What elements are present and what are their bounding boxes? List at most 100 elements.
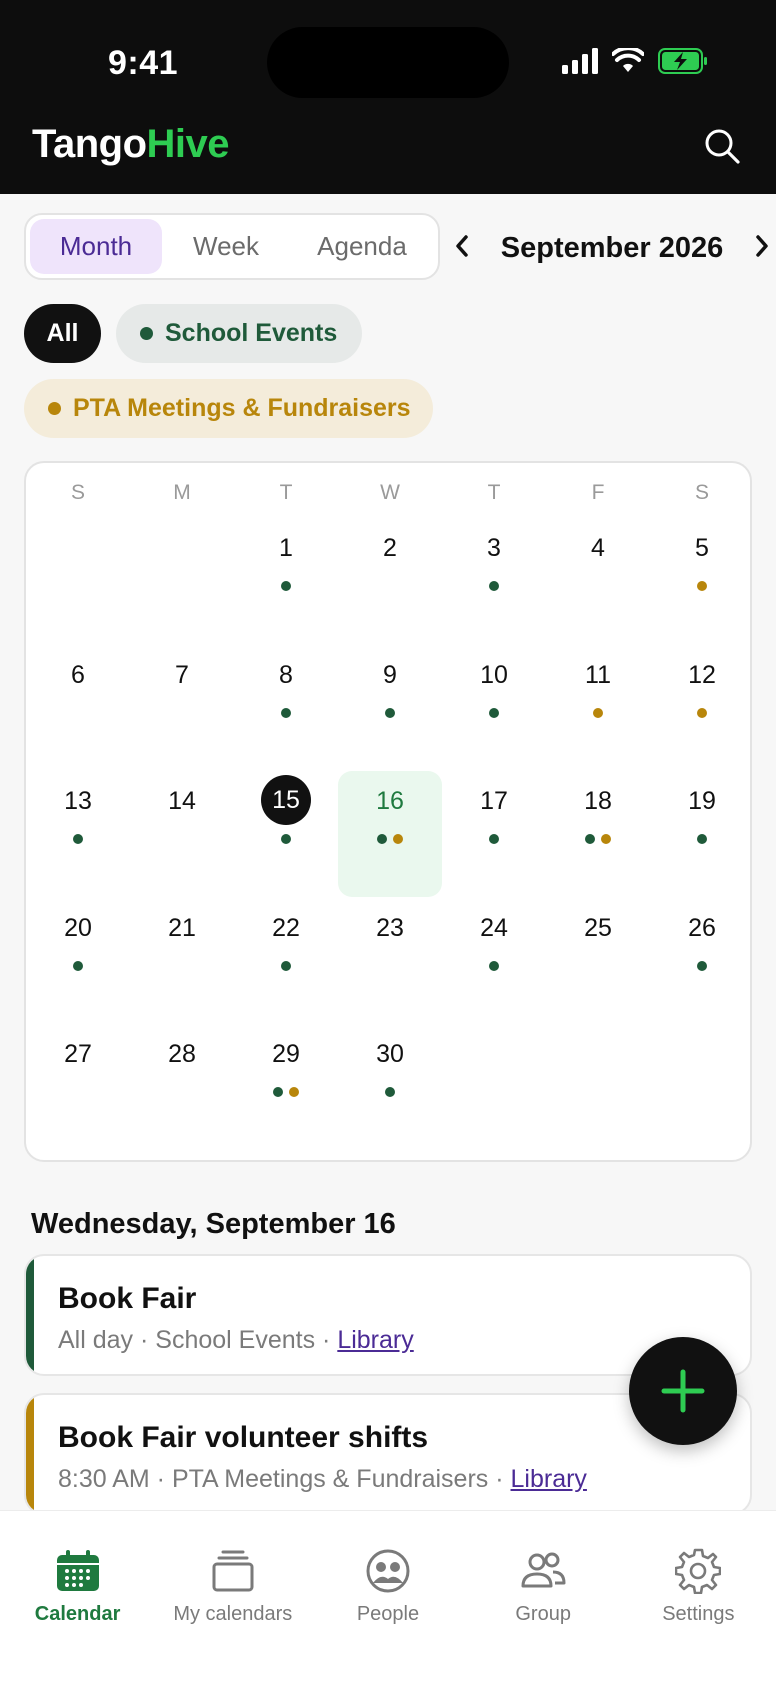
day-cell[interactable]: 8 [234, 652, 338, 779]
wifi-icon [611, 45, 645, 79]
event-title: Book Fair [58, 1282, 197, 1315]
weekday-label: T [279, 481, 293, 504]
day-cell[interactable]: 7 [130, 652, 234, 779]
tab-group[interactable]: Group [466, 1511, 621, 1688]
day-number: 9 [383, 660, 397, 689]
day-cell[interactable]: 12 [650, 652, 754, 779]
day-cell[interactable]: 13 [26, 778, 130, 905]
day-cell[interactable]: 16 [338, 771, 442, 905]
tab-settings[interactable]: Settings [621, 1511, 776, 1688]
event-location-link[interactable]: Library [337, 1326, 413, 1354]
meta-separator: · [488, 1465, 511, 1493]
event-calendar: School Events [155, 1326, 316, 1354]
add-event-button[interactable] [629, 1337, 737, 1445]
day-cell[interactable]: 26 [650, 905, 754, 1032]
filter-pta-chip[interactable]: PTA Meetings & Fundraisers [24, 379, 433, 438]
day-number: 8 [279, 660, 293, 689]
event-dots [546, 834, 650, 844]
school-event-dot [273, 1087, 283, 1097]
view-month-button[interactable]: Month [30, 219, 162, 274]
day-cell[interactable]: 11 [546, 652, 650, 779]
day-cell[interactable]: 20 [26, 905, 130, 1032]
next-month-button[interactable] [748, 231, 776, 265]
school-event-dot [73, 834, 83, 844]
school-event-dot [281, 960, 291, 971]
day-number: 15 [261, 775, 311, 825]
school-event-dot [489, 581, 499, 591]
event-dots [650, 707, 754, 718]
day-cell[interactable]: 19 [650, 778, 754, 905]
day-number: 17 [480, 787, 508, 815]
day-cell[interactable]: 1 [234, 525, 338, 652]
tab-my-calendars[interactable]: My calendars [155, 1511, 310, 1688]
day-cell[interactable]: 5 [650, 525, 754, 652]
day-number: 30 [376, 1040, 404, 1068]
event-dots [442, 834, 546, 844]
event-dots [26, 834, 130, 844]
day-cell[interactable]: 28 [130, 1031, 234, 1158]
tab-label: My calendars [173, 1603, 293, 1625]
school-event-dot [697, 834, 707, 844]
day-cell[interactable]: 17 [442, 778, 546, 905]
gear-icon [674, 1547, 722, 1595]
day-cell[interactable]: 29 [234, 1031, 338, 1158]
day-cell[interactable]: 10 [442, 652, 546, 779]
filter-all-chip[interactable]: All [24, 304, 101, 363]
chevron-right-icon [756, 235, 768, 257]
event-dots [546, 707, 650, 718]
day-cell[interactable]: 14 [130, 778, 234, 905]
event-dots [650, 581, 754, 591]
tab-calendar[interactable]: Calendar [0, 1511, 155, 1688]
day-cell[interactable]: 22 [234, 905, 338, 1032]
day-number: 3 [487, 534, 501, 562]
event-dots [442, 707, 546, 718]
event-dots [234, 581, 338, 591]
day-cell[interactable]: 30 [338, 1031, 442, 1158]
school-event-dot [281, 581, 291, 591]
meta-separator: · [133, 1326, 156, 1354]
view-switcher: Month Week Agenda [24, 213, 440, 280]
day-number: 23 [376, 913, 404, 942]
event-dots [650, 834, 754, 844]
day-number: 21 [168, 913, 196, 942]
day-cell[interactable]: 25 [546, 905, 650, 1032]
day-cell[interactable]: 15 [234, 775, 338, 905]
view-agenda-button[interactable]: Agenda [290, 219, 434, 274]
day-cell[interactable]: 23 [338, 905, 442, 1032]
prev-month-button[interactable] [448, 231, 476, 265]
event-title: Book Fair volunteer shifts [58, 1421, 429, 1454]
day-cell[interactable]: 6 [26, 652, 130, 779]
day-cell[interactable]: 18 [546, 778, 650, 905]
event-location-link[interactable]: Library [511, 1465, 587, 1493]
day-number: 5 [695, 534, 709, 562]
month-navigation: September 2026 [448, 226, 776, 270]
day-cell[interactable]: 2 [338, 525, 442, 652]
day-number: 14 [168, 787, 196, 815]
school-event-dot [377, 834, 387, 844]
day-cell[interactable]: 21 [130, 905, 234, 1032]
day-number: 19 [688, 787, 716, 815]
view-week-button[interactable]: Week [166, 219, 286, 274]
tab-people[interactable]: People [310, 1511, 465, 1688]
search-button[interactable] [700, 124, 744, 168]
pta-event-dot [697, 581, 707, 591]
tab-label: Group [515, 1603, 571, 1625]
day-number: 18 [584, 787, 612, 815]
status-icons [562, 45, 708, 79]
day-cell[interactable]: 4 [546, 525, 650, 652]
selected-date-heading: Wednesday, September 16 [31, 1208, 396, 1240]
event-dots [234, 960, 338, 971]
event-dots [234, 707, 338, 718]
day-cell[interactable]: 24 [442, 905, 546, 1032]
school-event-dot [697, 960, 707, 971]
filter-pta-label: PTA Meetings & Fundraisers [73, 394, 411, 422]
filter-school-events-chip[interactable]: School Events [116, 304, 362, 363]
day-number: 13 [64, 787, 92, 815]
day-cell[interactable]: 3 [442, 525, 546, 652]
pta-event-dot [593, 707, 603, 718]
signal-icon [562, 47, 598, 79]
day-number: 26 [688, 913, 716, 942]
day-cell[interactable]: 9 [338, 652, 442, 779]
day-cell[interactable]: 27 [26, 1031, 130, 1158]
month-label: September 2026 [500, 231, 724, 264]
